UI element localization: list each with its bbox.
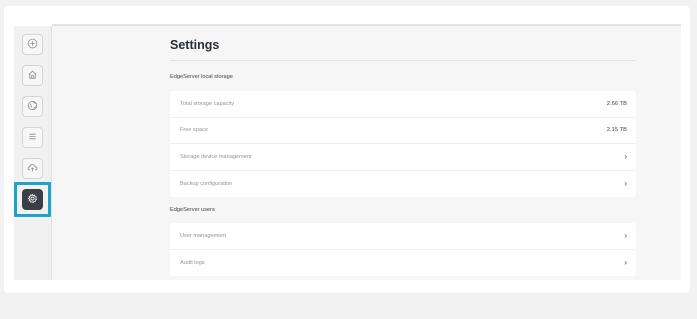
sidebar-item-home[interactable] [22,65,43,86]
list-item-user-management[interactable]: User management › [170,223,636,250]
list-item-backup-configuration[interactable]: Backup configuration › [170,171,636,198]
list-item-audit-logs[interactable]: Audit logs › [170,250,636,277]
chevron-right-icon: › [624,230,627,240]
row-label: User management [180,232,227,239]
main-content: Settings EdgeServer local storage Total … [52,26,681,280]
page-title: Settings [170,38,220,52]
list-item-storage-device-management[interactable]: Storage device management › [170,144,636,171]
row-label: Backup configuration [180,180,233,187]
list-icon [27,129,38,147]
globe-icon [27,98,38,116]
chevron-right-icon: › [624,151,627,161]
row-label: Storage device management [180,153,252,160]
cloud-upload-icon [27,160,38,178]
chevron-right-icon: › [624,178,627,188]
section-label-storage: EdgeServer local storage [170,74,233,80]
gear-icon [27,191,38,209]
row-value: 2.15 TB [606,127,627,134]
row-value: 2.66 TB [606,100,627,107]
sidebar-item-upload[interactable] [22,158,43,179]
list-item-free-space: Free space 2.15 TB [170,118,636,144]
sidebar-item-list[interactable] [22,127,43,148]
sidebar-item-settings[interactable] [22,189,43,210]
plus-circle-icon [27,36,38,54]
chevron-right-icon: › [624,257,627,267]
home-icon [27,67,38,85]
users-card: User management › Audit logs › [170,223,636,276]
sidebar-item-network[interactable] [22,96,43,117]
sidebar [14,26,52,280]
sidebar-item-add[interactable] [22,34,43,55]
row-label: Free space [180,127,208,134]
row-label: Audit logs [180,259,205,266]
title-divider [170,60,636,61]
row-label: Total storage capacity [180,100,235,107]
section-label-users: EdgeServer users [170,207,215,213]
storage-card: Total storage capacity 2.66 TB Free spac… [170,91,636,197]
list-item-total-storage: Total storage capacity 2.66 TB [170,91,636,118]
